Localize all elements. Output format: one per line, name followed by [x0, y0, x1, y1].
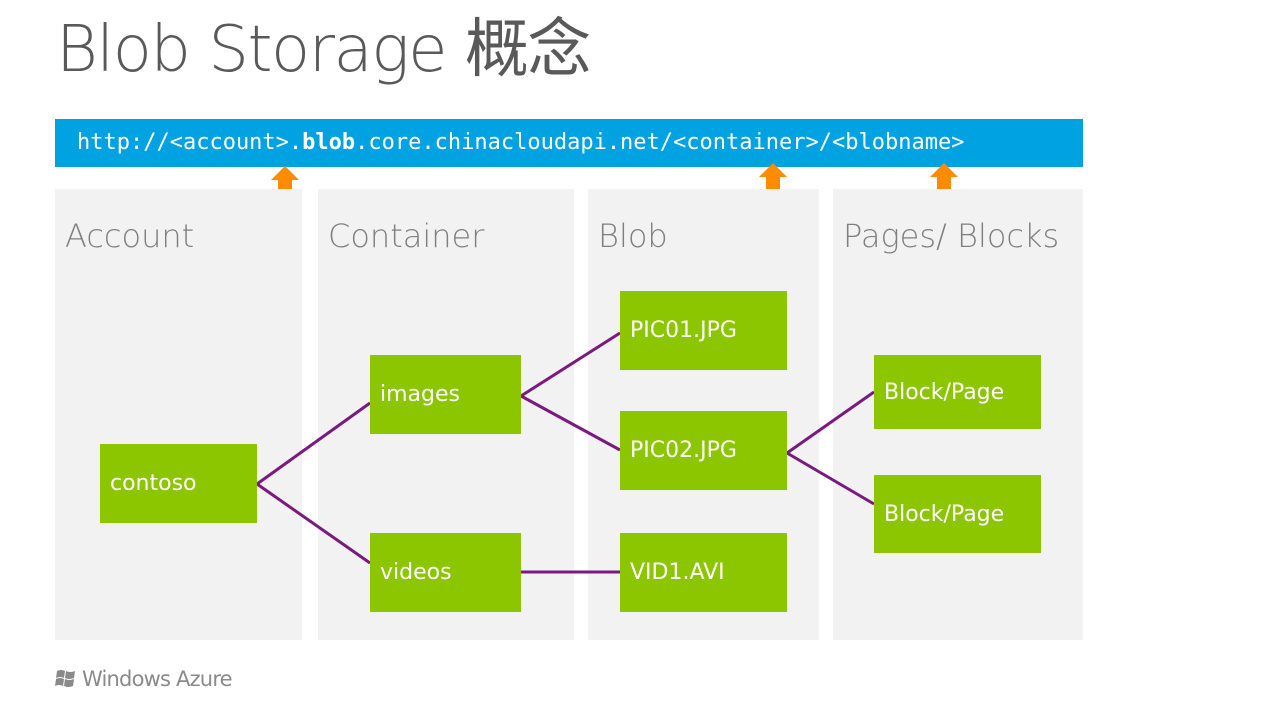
- node-contoso: contoso: [100, 444, 257, 523]
- link-pic02-block2: [786, 451, 875, 506]
- node-images: images: [370, 355, 521, 434]
- link-pic02-block1: [786, 390, 875, 455]
- node-pic01: PIC01.JPG: [620, 291, 787, 370]
- windows-azure-logo: Windows Azure: [54, 667, 233, 691]
- link-contoso-videos: [256, 482, 371, 565]
- link-contoso-images: [256, 401, 371, 486]
- node-vid1: VID1.AVI: [620, 533, 787, 612]
- link-images-pic02: [520, 394, 621, 452]
- logo-text: Windows Azure: [82, 667, 233, 691]
- node-block-page-1: Block/Page: [874, 355, 1041, 429]
- node-pic02: PIC02.JPG: [620, 411, 787, 490]
- node-videos: videos: [370, 533, 521, 612]
- windows-flag-icon: [55, 670, 75, 687]
- link-images-pic01: [520, 331, 621, 398]
- node-block-page-2: Block/Page: [874, 475, 1041, 553]
